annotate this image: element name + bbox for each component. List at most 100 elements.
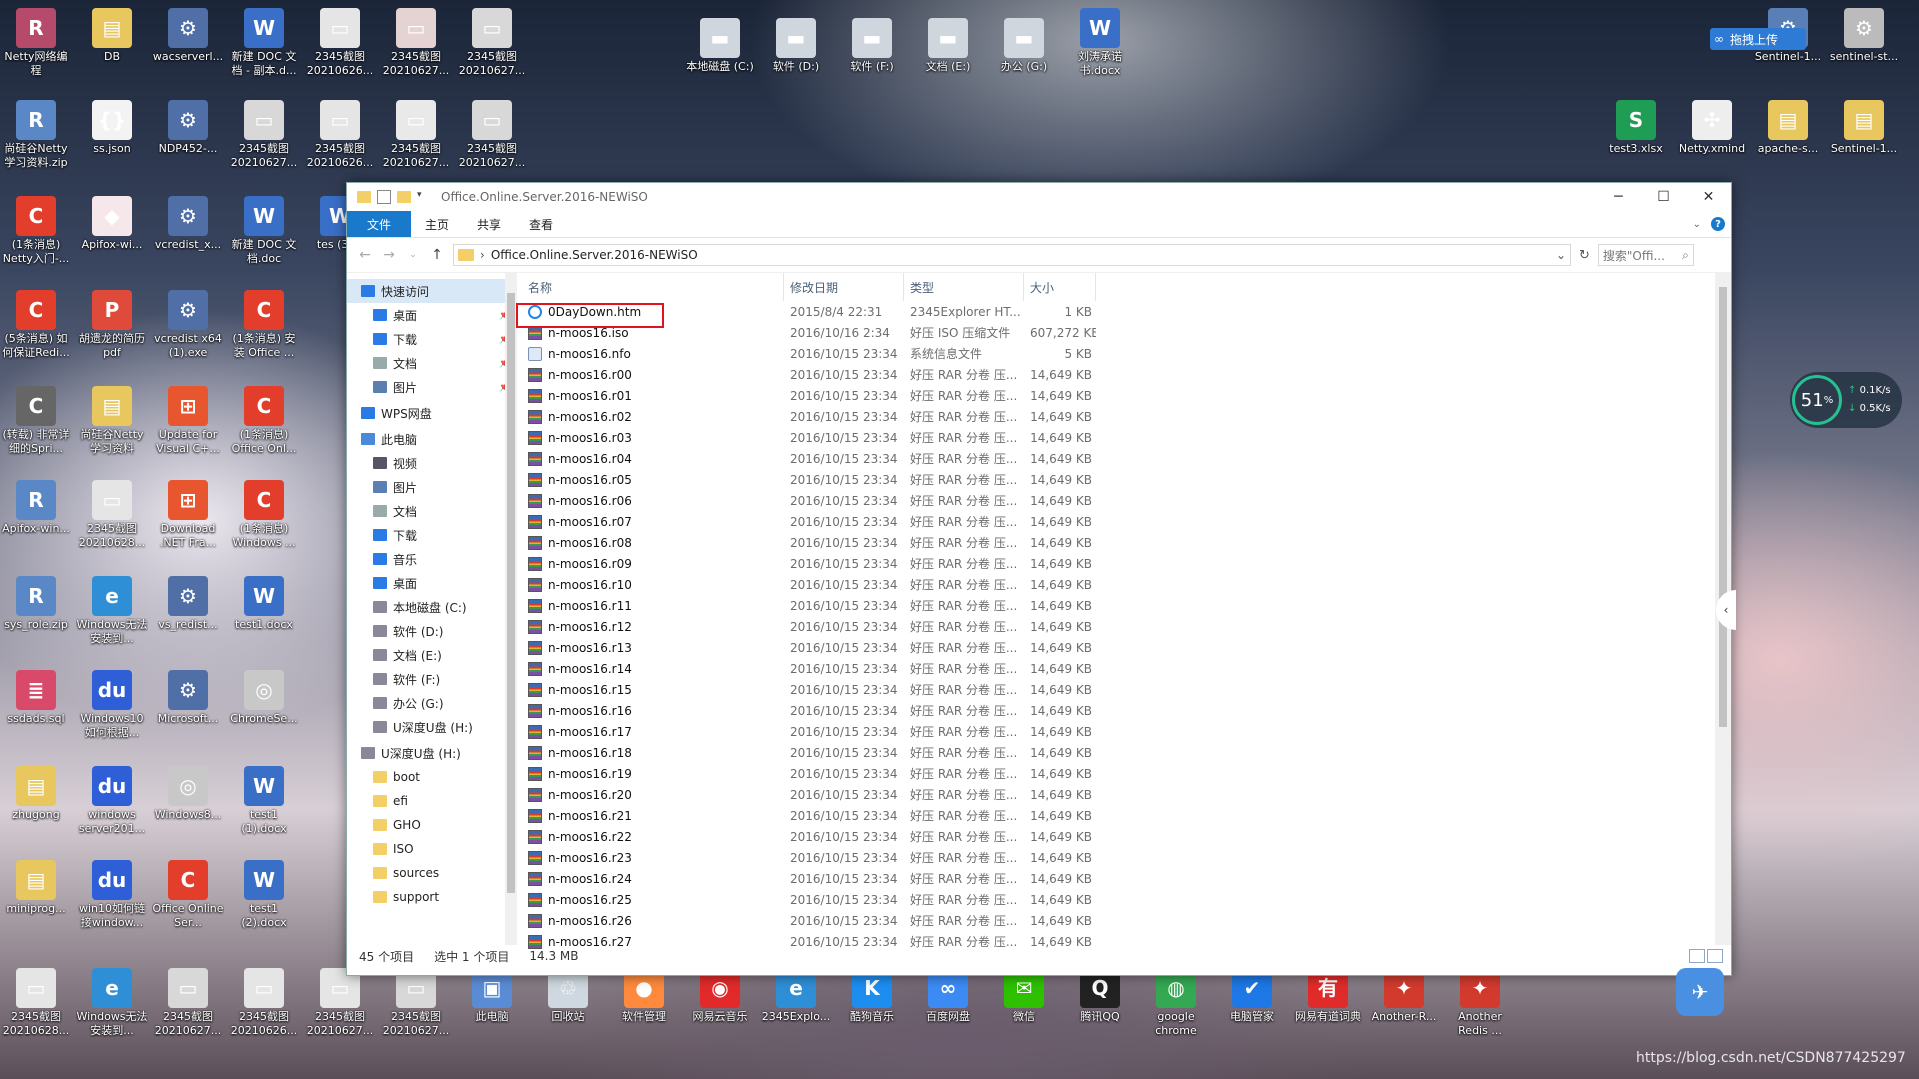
file-row[interactable]: n-moos16.r04 2016/10/15 23:34 好压 RAR 分卷 压.…: [518, 448, 1731, 469]
file-row[interactable]: n-moos16.r12 2016/10/15 23:34 好压 RAR 分卷 压.…: [518, 616, 1731, 637]
desktop-icon[interactable]: ⚙ vcredist_x...: [152, 196, 224, 252]
desktop-icon[interactable]: ▭ 2345截图20210628...: [76, 480, 148, 550]
tab-view[interactable]: 查看: [515, 211, 567, 237]
desktop-icon[interactable]: C (1条消息) Office Onl...: [228, 386, 300, 456]
desktop-icon[interactable]: ✦ Another-R...: [1368, 968, 1440, 1024]
desktop-icon[interactable]: ◎ ChromeSe...: [228, 670, 300, 726]
desktop-icon[interactable]: ▭ 2345截图20210627...: [380, 100, 452, 170]
desktop-icon[interactable]: R Apifox-win...: [0, 480, 72, 536]
desktop-icon[interactable]: ● 软件管理: [608, 968, 680, 1024]
desktop-icon[interactable]: ▭ 2345截图20210627...: [456, 8, 528, 78]
help-icon[interactable]: ?: [1711, 217, 1725, 231]
desktop-icon[interactable]: e Windows无法安装到...: [76, 576, 148, 646]
breadcrumb-chevron-icon[interactable]: ›: [480, 248, 485, 262]
desktop-icon[interactable]: du Windows10 如何根据...: [76, 670, 148, 740]
desktop-icon[interactable]: {} ss.json: [76, 100, 148, 156]
desktop-icon[interactable]: ◍ google chrome: [1140, 968, 1212, 1038]
desktop-icon[interactable]: Rsys_role.zip: [0, 576, 72, 632]
desktop-icon[interactable]: ≣ ssdads.sql: [0, 670, 72, 726]
desktop-icon[interactable]: C (转载) 非常详细的Spri...: [0, 386, 72, 456]
file-row[interactable]: n-moos16.r22 2016/10/15 23:34 好压 RAR 分卷 压.…: [518, 826, 1731, 847]
desktop-icon[interactable]: ▣ 此电脑: [456, 968, 528, 1024]
file-row[interactable]: n-moos16.r09 2016/10/15 23:34 好压 RAR 分卷 压.…: [518, 553, 1731, 574]
desktop-icon[interactable]: C (1条消息) Windows ...: [228, 480, 300, 550]
nav-item[interactable]: 桌面: [347, 571, 517, 595]
file-row[interactable]: n-moos16.r26 2016/10/15 23:34 好压 RAR 分卷 压.…: [518, 910, 1731, 931]
desktop-icon[interactable]: W 新建 DOC 文档.doc: [228, 196, 300, 266]
search-input[interactable]: 搜索"Offi... ⌕: [1597, 244, 1694, 266]
desktop-icon[interactable]: C (5条消息) 如何保证Redi...: [0, 290, 72, 360]
file-row[interactable]: n-moos16.r17 2016/10/15 23:34 好压 RAR 分卷 压.…: [518, 721, 1731, 742]
desktop-icon[interactable]: ▬ 软件 (D:): [760, 18, 832, 74]
network-speed-widget[interactable]: 51% ↑ 0.1K/s ↓ 0.5K/s: [1790, 372, 1902, 428]
up-arrow-icon[interactable]: ↑: [429, 247, 445, 263]
desktop-icon[interactable]: 有网易有道词典: [1292, 968, 1364, 1024]
desktop-icon[interactable]: ⚙ vcredist x64 (1).exe: [152, 290, 224, 360]
desktop-icon[interactable]: ⚙ vs_redist...: [152, 576, 224, 632]
file-row[interactable]: 0DayDown.htm 2015/8/4 22:31 2345Explorer H…: [518, 301, 1731, 322]
desktop-icon[interactable]: ▬ 办公 (G:): [988, 18, 1060, 74]
column-type[interactable]: 类型: [904, 273, 1024, 301]
file-row[interactable]: n-moos16.r07 2016/10/15 23:34 好压 RAR 分卷 压.…: [518, 511, 1731, 532]
desktop-icon[interactable]: ▤ Sentinel-1...: [1828, 100, 1900, 156]
file-row[interactable]: n-moos16.r00 2016/10/15 23:34 好压 RAR 分卷 压.…: [518, 364, 1731, 385]
file-row[interactable]: n-moos16.r14 2016/10/15 23:34 好压 RAR 分卷 压.…: [518, 658, 1731, 679]
desktop-icon[interactable]: C (1条消息) Netty入门-...: [0, 196, 72, 266]
desktop-icon[interactable]: P 胡遗龙的简历pdf: [76, 290, 148, 360]
nav-item[interactable]: ISO: [347, 837, 517, 861]
desktop-icon[interactable]: du windows server201...: [76, 766, 148, 836]
desktop-icon[interactable]: W 新建 DOC 文档 - 副本.d...: [228, 8, 300, 78]
nav-item[interactable]: 此电脑: [347, 427, 517, 451]
file-row[interactable]: n-moos16.r21 2016/10/15 23:34 好压 RAR 分卷 压.…: [518, 805, 1731, 826]
file-row[interactable]: n-moos16.r02 2016/10/15 23:34 好压 RAR 分卷 压.…: [518, 406, 1731, 427]
desktop-icon[interactable]: Wtest1 (2).docx: [228, 860, 300, 930]
nav-item[interactable]: U深度U盘 (H:): [347, 741, 517, 765]
desktop-icon[interactable]: ▤ apache-s...: [1752, 100, 1824, 156]
file-row[interactable]: n-moos16.r03 2016/10/15 23:34 好压 RAR 分卷 压.…: [518, 427, 1731, 448]
nav-item[interactable]: support: [347, 885, 517, 909]
chevron-down-icon[interactable]: ▾: [417, 190, 431, 204]
desktop-icon[interactable]: ✉ 微信: [988, 968, 1060, 1024]
desktop-icon[interactable]: e Windows无法安装到...: [76, 968, 148, 1038]
minimize-button[interactable]: ─: [1596, 183, 1641, 211]
desktop-icon[interactable]: ♲ 回收站: [532, 968, 604, 1024]
desktop-icon[interactable]: ∞ 百度网盘: [912, 968, 984, 1024]
nav-item[interactable]: sources: [347, 861, 517, 885]
nav-item[interactable]: 图片: [347, 475, 517, 499]
file-row[interactable]: n-moos16.r20 2016/10/15 23:34 好压 RAR 分卷 压.…: [518, 784, 1731, 805]
file-row[interactable]: n-moos16.r16 2016/10/15 23:34 好压 RAR 分卷 压.…: [518, 700, 1731, 721]
nav-item[interactable]: 音乐: [347, 547, 517, 571]
nav-item[interactable]: 视频: [347, 451, 517, 475]
desktop-icon[interactable]: R 尚硅谷Netty学习资料.zip: [0, 100, 72, 170]
recent-locations-icon[interactable]: ⌄: [405, 250, 421, 260]
maximize-button[interactable]: ☐: [1641, 183, 1686, 211]
column-size[interactable]: 大小: [1024, 273, 1096, 301]
nav-item[interactable]: 快速访问: [347, 279, 517, 303]
desktop-icon[interactable]: ⚙ wacserverl...: [152, 8, 224, 64]
desktop-icon[interactable]: Stest3.xlsx: [1600, 100, 1672, 156]
nav-item[interactable]: 软件 (F:): [347, 667, 517, 691]
file-row[interactable]: n-moos16.r01 2016/10/15 23:34 好压 RAR 分卷 压.…: [518, 385, 1731, 406]
file-row[interactable]: n-moos16.r23 2016/10/15 23:34 好压 RAR 分卷 压.…: [518, 847, 1731, 868]
nav-item[interactable]: 文档 (E:): [347, 643, 517, 667]
nav-item[interactable]: 桌面📌: [347, 303, 517, 327]
desktop-icon[interactable]: Wtest1 (1).docx: [228, 766, 300, 836]
desktop-icon[interactable]: ▭ 2345截图20210627...: [228, 100, 300, 170]
nav-item[interactable]: 文档📌: [347, 351, 517, 375]
column-name[interactable]: 名称: [522, 273, 784, 301]
desktop-icon[interactable]: du win10如何链接window...: [76, 860, 148, 930]
chevron-down-icon[interactable]: ⌄: [1556, 248, 1570, 262]
file-row[interactable]: n-moos16.r25 2016/10/15 23:34 好压 RAR 分卷 压.…: [518, 889, 1731, 910]
file-row[interactable]: n-moos16.r19 2016/10/15 23:34 好压 RAR 分卷 压.…: [518, 763, 1731, 784]
close-button[interactable]: ✕: [1686, 183, 1731, 211]
desktop-icon[interactable]: ▤ 尚硅谷Netty学习资料: [76, 386, 148, 456]
desktop-icon[interactable]: e 2345Explo...: [760, 968, 832, 1024]
file-row[interactable]: n-moos16.iso 2016/10/16 2:34 好压 ISO 压缩文件 60…: [518, 322, 1731, 343]
breadcrumb[interactable]: Office.Online.Server.2016-NEWiSO: [491, 248, 698, 262]
desktop-icon[interactable]: ▭ 2345截图20210628...: [0, 968, 72, 1038]
nav-scrollbar[interactable]: [505, 273, 517, 945]
desktop-icon[interactable]: ⊞ Update for Visual C+...: [152, 386, 224, 456]
desktop-icon[interactable]: Wtest1.docx: [228, 576, 300, 632]
desktop-icon[interactable]: ▭ 2345截图20210627...: [380, 8, 452, 78]
nav-item[interactable]: GHO: [347, 813, 517, 837]
